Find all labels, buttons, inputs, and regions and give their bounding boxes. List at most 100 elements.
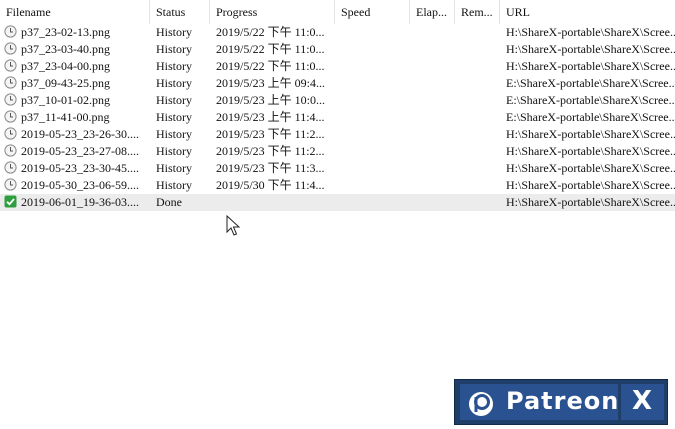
table-row[interactable]: p37_23-04-00.png History 2019/5/22 下午 11:0… <box>0 58 675 75</box>
column-header-status[interactable]: Status <box>150 0 210 24</box>
cell-remaining <box>455 92 500 109</box>
cell-remaining <box>455 126 500 143</box>
cell-url: H:\ShareX-portable\ShareX\Scree... <box>506 195 675 209</box>
table-row[interactable]: p37_23-03-40.png History 2019/5/22 下午 11:0… <box>0 41 675 58</box>
cell-elapsed <box>410 24 455 41</box>
cell-status: History <box>156 178 192 192</box>
cell-elapsed <box>410 177 455 194</box>
cell-filename: p37_09-43-25.png <box>0 75 150 92</box>
column-header-remaining[interactable]: Rem... <box>455 0 500 24</box>
cell-progress: 2019/5/30 下午 11:4... <box>216 178 325 192</box>
table-row[interactable]: p37_23-02-13.png History 2019/5/22 下午 11:0… <box>0 24 675 41</box>
cell-speed <box>335 58 410 75</box>
table-row[interactable]: 2019-06-01_19-36-03.... Done H:\ShareX-por… <box>0 194 675 211</box>
cell-url: H:\ShareX-portable\ShareX\Scree... <box>506 144 675 158</box>
column-header-status-label: Status <box>156 5 186 19</box>
cell-status: History <box>156 144 192 158</box>
cell-status: Done <box>156 195 182 209</box>
table-row[interactable]: 2019-05-23_23-27-08.... History 2019/5/23 … <box>0 143 675 160</box>
patreon-banner[interactable]: Patreon X <box>454 379 668 425</box>
done-check-icon <box>4 195 17 208</box>
column-header-speed-label: Speed <box>341 5 371 19</box>
filename-text: 2019-05-23_23-26-30.... <box>21 127 139 141</box>
cell-url: H:\ShareX-portable\ShareX\Scree... <box>506 127 675 141</box>
filename-text: p37_10-01-02.png <box>21 93 110 107</box>
list-header: Filename Status Progress Speed Elap... R… <box>0 0 675 24</box>
cell-speed <box>335 41 410 58</box>
column-header-progress[interactable]: Progress <box>210 0 335 24</box>
filename-text: 2019-05-23_23-27-08.... <box>21 144 139 158</box>
cell-status: History <box>156 76 192 90</box>
cell-status: History <box>156 161 192 175</box>
filename-text: p37_23-02-13.png <box>21 25 110 39</box>
cell-speed <box>335 92 410 109</box>
history-icon <box>4 178 17 191</box>
cell-elapsed <box>410 92 455 109</box>
cell-url: H:\ShareX-portable\ShareX\Scree... <box>506 59 675 73</box>
cell-progress: 2019/5/22 下午 11:0... <box>216 25 325 39</box>
cell-progress: 2019/5/23 上午 11:4... <box>216 110 325 124</box>
column-header-filename[interactable]: Filename <box>0 0 150 24</box>
patreon-logo-icon <box>469 392 493 416</box>
cell-remaining <box>455 58 500 75</box>
filename-text: 2019-05-30_23-06-59.... <box>21 178 139 192</box>
cell-remaining <box>455 41 500 58</box>
cell-progress: 2019/5/22 下午 11:0... <box>216 42 325 56</box>
filename-text: p37_11-41-00.png <box>21 110 110 124</box>
cell-url: H:\ShareX-portable\ShareX\Scree... <box>506 178 675 192</box>
cell-elapsed <box>410 126 455 143</box>
column-header-url[interactable]: URL <box>500 0 675 24</box>
cell-speed <box>335 177 410 194</box>
cell-remaining <box>455 143 500 160</box>
cell-remaining <box>455 194 500 211</box>
table-row[interactable]: 2019-05-23_23-26-30.... History 2019/5/23 … <box>0 126 675 143</box>
table-row[interactable]: p37_11-41-00.png History 2019/5/23 上午 11:4… <box>0 109 675 126</box>
cell-filename: 2019-05-30_23-06-59.... <box>0 177 150 194</box>
cell-elapsed <box>410 75 455 92</box>
column-header-progress-label: Progress <box>216 5 258 19</box>
table-row[interactable]: p37_10-01-02.png History 2019/5/23 上午 10:0… <box>0 92 675 109</box>
cell-elapsed <box>410 160 455 177</box>
table-row[interactable]: p37_09-43-25.png History 2019/5/23 上午 09:4… <box>0 75 675 92</box>
cell-remaining <box>455 177 500 194</box>
cell-progress <box>210 194 335 211</box>
table-row[interactable]: 2019-05-30_23-06-59.... History 2019/5/30 … <box>0 177 675 194</box>
cell-progress: 2019/5/23 下午 11:3... <box>216 161 325 175</box>
cell-filename: 2019-05-23_23-26-30.... <box>0 126 150 143</box>
banner-close-button[interactable]: X <box>632 386 652 416</box>
cell-url: H:\ShareX-portable\ShareX\Scree... <box>506 25 675 39</box>
cell-speed <box>335 194 410 211</box>
column-header-speed[interactable]: Speed <box>335 0 410 24</box>
history-icon <box>4 144 17 157</box>
filename-text: 2019-05-23_23-30-45.... <box>21 161 139 175</box>
column-header-filename-label: Filename <box>6 5 51 19</box>
column-header-remaining-label: Rem... <box>461 5 493 19</box>
history-icon <box>4 110 17 123</box>
cell-remaining <box>455 109 500 126</box>
column-header-elapsed[interactable]: Elap... <box>410 0 455 24</box>
cell-speed <box>335 143 410 160</box>
cell-status: History <box>156 59 192 73</box>
history-icon <box>4 42 17 55</box>
cell-progress: 2019/5/23 下午 11:2... <box>216 127 325 141</box>
filename-text: p37_09-43-25.png <box>21 76 110 90</box>
patreon-banner-body: Patreon X <box>460 384 664 420</box>
history-icon <box>4 76 17 89</box>
cell-elapsed <box>410 109 455 126</box>
cell-elapsed <box>410 41 455 58</box>
cell-url: E:\ShareX-portable\ShareX\Scree... <box>506 110 675 124</box>
filename-text: p37_23-03-40.png <box>21 42 110 56</box>
patreon-brand-text: Patreon <box>506 387 620 415</box>
cell-speed <box>335 24 410 41</box>
cell-filename: p37_10-01-02.png <box>0 92 150 109</box>
cell-url: E:\ShareX-portable\ShareX\Scree... <box>506 93 675 107</box>
cell-status: History <box>156 25 192 39</box>
cell-url: H:\ShareX-portable\ShareX\Scree... <box>506 161 675 175</box>
cell-speed <box>335 160 410 177</box>
cell-progress: 2019/5/23 上午 10:0... <box>216 93 326 107</box>
cell-progress: 2019/5/22 下午 11:0... <box>216 59 325 73</box>
filename-text: p37_23-04-00.png <box>21 59 110 73</box>
cell-elapsed <box>410 143 455 160</box>
table-row[interactable]: 2019-05-23_23-30-45.... History 2019/5/23 … <box>0 160 675 177</box>
history-icon <box>4 161 17 174</box>
